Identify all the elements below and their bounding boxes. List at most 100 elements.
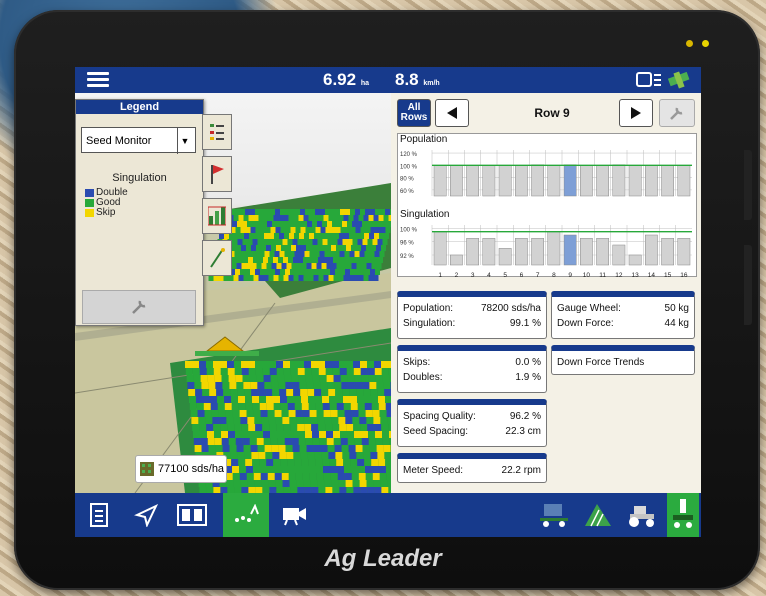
field-icon[interactable]	[581, 499, 615, 531]
coverage-cell	[304, 251, 310, 257]
coverage-cell	[232, 473, 240, 480]
gps-satellite-icon[interactable]	[667, 71, 695, 89]
coverage-cell	[303, 275, 309, 281]
coverage-cell	[361, 438, 369, 445]
coverage-cell	[231, 263, 237, 269]
coverage-cell	[299, 382, 307, 389]
coverage-cell	[362, 221, 367, 227]
row-settings-button[interactable]	[659, 99, 695, 127]
coverage-cell	[322, 403, 330, 410]
coverage-cell	[337, 466, 344, 473]
coverage-cell	[200, 375, 208, 382]
coverage-cell	[318, 361, 325, 368]
coverage-cell	[340, 269, 345, 275]
document-icon[interactable]	[83, 499, 117, 531]
guidance-tab[interactable]	[202, 240, 232, 276]
navigate-icon[interactable]	[129, 499, 163, 531]
coverage-cell	[374, 361, 381, 368]
bar	[563, 164, 577, 197]
coverage-cell	[307, 239, 313, 245]
coverage-cell	[365, 209, 370, 215]
coverage-cell	[256, 438, 264, 445]
next-row-button[interactable]	[619, 99, 653, 127]
coverage-cell	[380, 209, 385, 215]
coverage-cell	[235, 227, 241, 233]
coverage-cell	[365, 466, 372, 473]
coverage-cell	[289, 251, 295, 257]
spacing-tile[interactable]: Spacing Quality: 96.2 % Seed Spacing: 22.3…	[397, 399, 547, 447]
menu-icon[interactable]	[87, 72, 109, 88]
coverage-cell	[295, 269, 300, 275]
coverage-cell	[315, 227, 321, 233]
row-unit-icon[interactable]	[667, 493, 699, 537]
coverage-cell	[357, 221, 362, 227]
coverage-cell	[270, 375, 278, 382]
legend-list-tab[interactable]	[202, 114, 232, 150]
list-icon	[210, 124, 224, 140]
coverage-cell	[339, 361, 346, 368]
coverage-cell	[190, 410, 198, 417]
coverage-cell	[200, 438, 208, 445]
coverage-cell	[270, 438, 278, 445]
y-tick-label: 96 %	[400, 241, 414, 247]
coverage-cell	[369, 233, 374, 239]
coverage-cell	[270, 431, 277, 438]
coverage-cell	[319, 233, 324, 239]
coverage-cell	[363, 215, 369, 221]
coverage-cell	[283, 215, 289, 221]
tractor-icon[interactable]	[625, 499, 659, 531]
legend-layer-select[interactable]: Seed Monitor ▼	[81, 127, 196, 154]
down-force-tile[interactable]: Gauge Wheel: 50 kg Down Force: 44 kg	[551, 291, 695, 339]
bar	[466, 165, 479, 197]
meter-speed-tile[interactable]: Meter Speed: 22.2 rpm	[397, 453, 547, 483]
coverage-cell	[348, 275, 354, 281]
coverage-cell	[373, 257, 378, 263]
split-view-icon[interactable]	[175, 499, 209, 531]
coverage-cell	[292, 445, 300, 452]
coverage-cell	[288, 257, 293, 263]
display-mode-icon[interactable]	[635, 71, 663, 89]
coverage-cell	[351, 263, 357, 269]
coverage-cell	[321, 245, 326, 251]
coverage-cell	[206, 424, 214, 431]
x-tick-label: 6	[520, 272, 524, 279]
coverage-cell	[331, 417, 339, 424]
legend-tool-tabs	[202, 114, 232, 276]
side-button-top[interactable]	[744, 150, 752, 220]
previous-row-button[interactable]	[435, 99, 469, 127]
legend-settings-button[interactable]	[82, 290, 196, 324]
coverage-cell	[343, 396, 350, 403]
population-tile[interactable]: Population: 78200 sds/ha Singulation: 99.1…	[397, 291, 547, 339]
chart-tab[interactable]	[202, 198, 232, 234]
all-rows-button[interactable]: All Rows	[397, 99, 431, 127]
skips-doubles-tile[interactable]: Skips: 0.0 % Doubles: 1.9 %	[397, 345, 547, 393]
planter-icon[interactable]	[537, 499, 571, 531]
coverage-cell	[224, 403, 232, 410]
coverage-cell	[260, 269, 265, 275]
coverage-cell	[238, 215, 244, 221]
coverage-cell	[324, 480, 332, 487]
coverage-cell	[322, 239, 328, 245]
coverage-cell	[329, 251, 335, 257]
coverage-cell	[330, 209, 335, 215]
coverage-cell	[286, 452, 294, 459]
coverage-cell	[229, 445, 237, 452]
coverage-cell	[338, 275, 344, 281]
area-unit: ha	[360, 80, 369, 87]
side-button-bottom[interactable]	[744, 245, 752, 325]
coverage-cell	[250, 209, 255, 215]
flag-tab[interactable]	[202, 156, 232, 192]
coverage-cell	[308, 275, 314, 281]
seed-monitor-icon[interactable]	[223, 493, 269, 537]
coverage-cell	[257, 239, 263, 245]
coverage-cell	[286, 263, 292, 269]
camera-icon[interactable]	[277, 499, 311, 531]
coverage-cell	[283, 368, 291, 375]
coverage-cell	[206, 361, 213, 368]
down-force-trends-tile[interactable]: Down Force Trends	[551, 345, 695, 375]
coverage-cell	[331, 245, 336, 251]
coverage-cell	[337, 473, 345, 480]
map-view[interactable]: Legend Seed Monitor ▼ Singulation Double…	[75, 93, 391, 493]
coverage-cell	[319, 438, 327, 445]
coverage-cell	[313, 382, 321, 389]
